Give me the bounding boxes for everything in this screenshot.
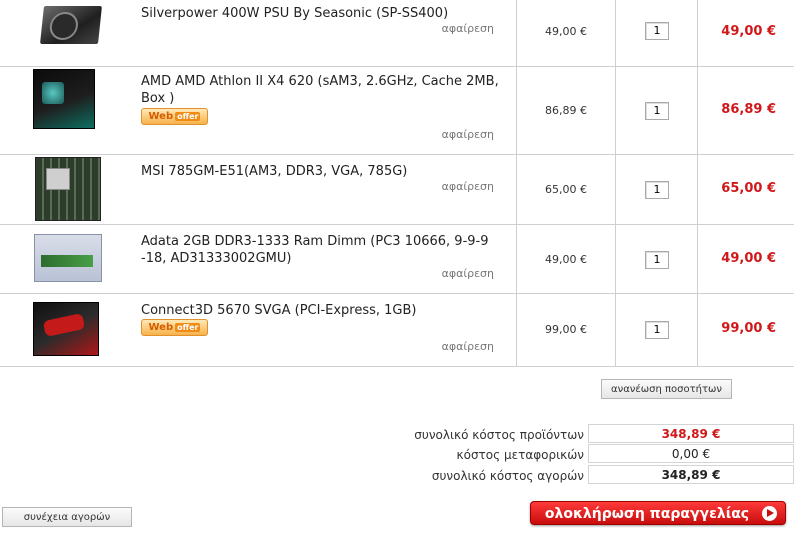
product-name[interactable]: MSI 785GM-E51(AM3, DDR3, VGA, 785G) — [141, 163, 501, 180]
products-cost-value: 348,89 € — [588, 424, 794, 443]
product-name[interactable]: Connect3D 5670 SVGA (PCI-Express, 1GB) — [141, 302, 501, 319]
shipping-cost-label: κόστος μεταφορικών — [456, 448, 584, 462]
web-offer-badge: Web offer — [141, 319, 208, 336]
update-quantities-button[interactable]: ανανέωση ποσοτήτων — [601, 379, 732, 399]
line-total: 99,00 € — [721, 321, 776, 336]
cart-row: Adata 2GB DDR3-1333 Ram Dimm (PC3 10666,… — [0, 225, 794, 294]
product-name[interactable]: Silverpower 400W PSU By Seasonic (SP-SS4… — [141, 5, 501, 22]
unit-price: 86,89 € — [545, 104, 587, 117]
product-name[interactable]: Adata 2GB DDR3-1333 Ram Dimm (PC3 10666,… — [141, 233, 501, 267]
web-offer-tag: offer — [175, 323, 201, 332]
remove-link[interactable]: αφαίρεση — [442, 22, 494, 35]
column-divider — [615, 225, 616, 293]
unit-price: 49,00 € — [545, 253, 587, 266]
line-total: 49,00 € — [721, 251, 776, 266]
quantity-input[interactable] — [645, 102, 669, 120]
checkout-label: ολοκλήρωση παραγγελίας — [544, 506, 750, 522]
unit-price: 49,00 € — [545, 25, 587, 38]
play-arrow-icon — [762, 506, 777, 521]
unit-price: 99,00 € — [545, 323, 587, 336]
power-supply-image[interactable] — [40, 6, 102, 44]
web-offer-label: Web — [148, 111, 174, 122]
remove-link[interactable]: αφαίρεση — [442, 340, 494, 353]
graphics-card-image[interactable] — [33, 302, 99, 356]
remove-link[interactable]: αφαίρεση — [442, 128, 494, 141]
web-offer-badge: Web offer — [141, 108, 208, 125]
web-offer-label: Web — [148, 322, 174, 333]
line-total: 49,00 € — [721, 24, 776, 39]
unit-price: 65,00 € — [545, 183, 587, 196]
cart-row: MSI 785GM-E51(AM3, DDR3, VGA, 785G) αφαί… — [0, 155, 794, 225]
line-total: 86,89 € — [721, 102, 776, 117]
column-divider — [615, 294, 616, 366]
total-cost-label: συνολικό κόστος αγορών — [431, 469, 584, 483]
web-offer-tag: offer — [175, 112, 201, 121]
quantity-input[interactable] — [645, 22, 669, 40]
column-divider — [615, 0, 616, 66]
remove-link[interactable]: αφαίρεση — [442, 267, 494, 280]
products-cost-label: συνολικό κόστος προϊόντων — [414, 428, 584, 442]
motherboard-image[interactable] — [35, 157, 101, 221]
cart-row: AMD AMD Athlon II X4 620 (sAM3, 2.6GHz, … — [0, 67, 794, 155]
continue-shopping-button[interactable]: συνέχεια αγορών — [2, 507, 132, 527]
total-cost-value: 348,89 € — [588, 465, 794, 484]
quantity-input[interactable] — [645, 181, 669, 199]
column-divider — [615, 155, 616, 224]
quantity-input[interactable] — [645, 251, 669, 269]
cart-row: Silverpower 400W PSU By Seasonic (SP-SS4… — [0, 0, 794, 67]
column-divider — [615, 67, 616, 154]
shipping-cost-value: 0,00 € — [588, 444, 794, 463]
product-name[interactable]: AMD AMD Athlon II X4 620 (sAM3, 2.6GHz, … — [141, 73, 501, 107]
quantity-input[interactable] — [645, 321, 669, 339]
remove-link[interactable]: αφαίρεση — [442, 180, 494, 193]
cpu-box-image[interactable] — [33, 69, 95, 129]
checkout-button[interactable]: ολοκλήρωση παραγγελίας — [530, 501, 786, 525]
cart-row: Connect3D 5670 SVGA (PCI-Express, 1GB) W… — [0, 294, 794, 367]
line-total: 65,00 € — [721, 181, 776, 196]
ram-module-image[interactable] — [34, 234, 102, 282]
